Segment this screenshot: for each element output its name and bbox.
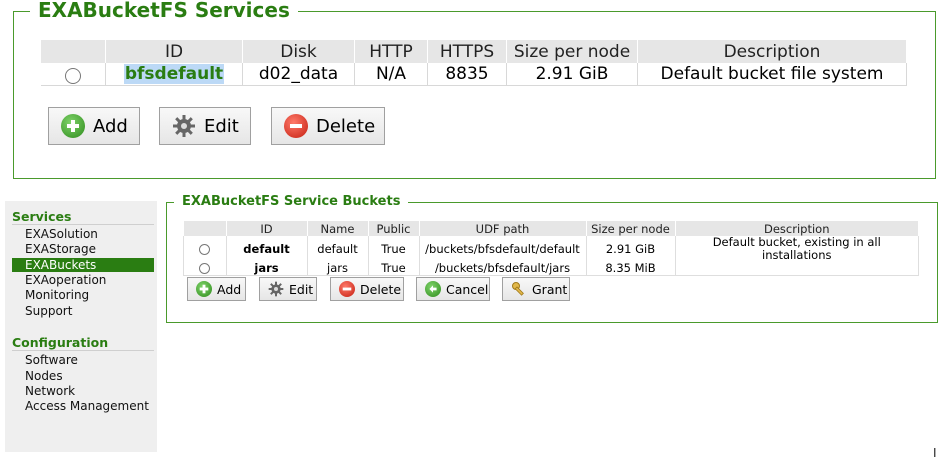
services-legend: EXABucketFS Services bbox=[30, 0, 298, 22]
column-header-https: HTTPS bbox=[427, 40, 507, 63]
sidebar-item-monitoring[interactable]: Monitoring bbox=[12, 288, 154, 302]
radio-column-header bbox=[183, 221, 227, 236]
minus-icon bbox=[284, 114, 308, 138]
table-row[interactable]: jars jars True /buckets/bfsdefault/jars … bbox=[183, 262, 919, 276]
edit-label: Edit bbox=[289, 281, 314, 297]
table-header-row: ID Name Public UDF path Size per node De… bbox=[183, 221, 919, 236]
minus-icon bbox=[339, 281, 355, 297]
sidebar-heading-services: Services bbox=[12, 209, 72, 224]
buckets-fieldset: EXABucketFS Service Buckets ID Name Publ… bbox=[166, 194, 938, 323]
plus-icon bbox=[61, 114, 85, 138]
services-table: ID Disk HTTP HTTPS Size per node Descrip… bbox=[41, 40, 907, 86]
row-select-cell[interactable] bbox=[183, 262, 227, 276]
size-cell: 2.91 GiB bbox=[586, 236, 676, 262]
gear-icon bbox=[268, 281, 284, 297]
column-header-name: Name bbox=[307, 221, 369, 236]
column-header-id: ID bbox=[105, 40, 243, 63]
column-header-size: Size per node bbox=[586, 221, 676, 236]
sidebar-item-nodes[interactable]: Nodes bbox=[12, 369, 154, 383]
sidebar-item-support[interactable]: Support bbox=[12, 304, 154, 318]
sidebar-item-exaoperation[interactable]: EXAoperation bbox=[12, 273, 154, 287]
id-cell: jars bbox=[226, 262, 308, 276]
column-header-public: Public bbox=[368, 221, 420, 236]
sidebar-item-exabuckets[interactable]: EXABuckets bbox=[12, 258, 154, 272]
column-header-size: Size per node bbox=[506, 40, 638, 63]
add-label: Add bbox=[217, 281, 242, 297]
public-cell: True bbox=[368, 236, 420, 262]
grant-button[interactable]: Grant bbox=[502, 277, 570, 301]
size-cell: 8.35 MiB bbox=[586, 262, 676, 276]
sidebar-item-exasolution[interactable]: EXASolution bbox=[12, 227, 154, 241]
delete-bucket-button[interactable]: Delete bbox=[330, 277, 404, 301]
row-radio[interactable] bbox=[199, 263, 211, 274]
sidebar-divider bbox=[12, 350, 154, 351]
udf-path-cell: /buckets/bfsdefault/jars bbox=[419, 262, 587, 276]
size-cell: 2.91 GiB bbox=[506, 63, 638, 86]
buckets-legend: EXABucketFS Service Buckets bbox=[174, 194, 409, 210]
column-header-http: HTTP bbox=[354, 40, 428, 63]
delete-service-button[interactable]: Delete bbox=[271, 107, 385, 145]
gear-icon bbox=[172, 114, 196, 138]
column-header-id: ID bbox=[226, 221, 308, 236]
udf-path-cell: /buckets/bfsdefault/default bbox=[419, 236, 587, 262]
add-label: Add bbox=[93, 115, 128, 137]
table-row[interactable]: default default True /buckets/bfsdefault… bbox=[183, 236, 919, 262]
buckets-table: ID Name Public UDF path Size per node De… bbox=[183, 221, 919, 276]
description-cell: Default bucket file system bbox=[637, 63, 907, 86]
cancel-label: Cancel bbox=[446, 281, 489, 297]
service-id: bfsdefault bbox=[123, 64, 225, 84]
name-cell: jars bbox=[307, 262, 369, 276]
add-service-button[interactable]: Add bbox=[48, 107, 140, 145]
row-radio[interactable] bbox=[199, 243, 211, 255]
id-cell: bfsdefault bbox=[105, 63, 243, 86]
text-cursor-icon: I bbox=[933, 446, 937, 460]
sidebar-item-network[interactable]: Network bbox=[12, 384, 154, 398]
plus-icon bbox=[196, 281, 212, 297]
edit-service-button[interactable]: Edit bbox=[159, 107, 251, 145]
description-cell bbox=[675, 262, 919, 276]
sidebar-item-exastorage[interactable]: EXAStorage bbox=[12, 242, 154, 256]
https-cell: 8835 bbox=[427, 63, 507, 86]
add-bucket-button[interactable]: Add bbox=[187, 277, 246, 301]
name-cell: default bbox=[307, 236, 369, 262]
sidebar: Services EXASolution EXAStorage EXABucke… bbox=[5, 201, 157, 452]
table-row[interactable]: bfsdefault d02_data N/A 8835 2.91 GiB De… bbox=[41, 63, 907, 86]
row-select-cell[interactable] bbox=[41, 63, 106, 86]
edit-bucket-button[interactable]: Edit bbox=[259, 277, 317, 301]
sidebar-item-access-management[interactable]: Access Management bbox=[12, 399, 154, 413]
edit-label: Edit bbox=[204, 115, 239, 137]
row-select-cell[interactable] bbox=[183, 236, 227, 262]
sidebar-divider bbox=[12, 224, 154, 225]
http-cell: N/A bbox=[354, 63, 428, 86]
public-cell: True bbox=[368, 262, 420, 276]
row-radio[interactable] bbox=[65, 67, 81, 84]
delete-label: Delete bbox=[316, 115, 376, 137]
column-header-disk: Disk bbox=[242, 40, 355, 63]
column-header-description: Description bbox=[637, 40, 907, 63]
column-header-description: Description bbox=[675, 221, 919, 236]
cancel-button[interactable]: Cancel bbox=[416, 277, 490, 301]
sidebar-item-software[interactable]: Software bbox=[12, 353, 154, 367]
delete-label: Delete bbox=[360, 281, 402, 297]
table-header-row: ID Disk HTTP HTTPS Size per node Descrip… bbox=[41, 40, 907, 63]
grant-label: Grant bbox=[532, 281, 568, 297]
disk-cell: d02_data bbox=[242, 63, 355, 86]
back-arrow-icon bbox=[425, 281, 441, 297]
id-cell: default bbox=[226, 236, 308, 262]
column-header-udf-path: UDF path bbox=[419, 221, 587, 236]
radio-column-header bbox=[41, 40, 106, 63]
services-fieldset: EXABucketFS Services ID Disk HTTP HTTPS … bbox=[13, 0, 936, 179]
sidebar-heading-configuration: Configuration bbox=[12, 335, 109, 350]
key-icon bbox=[511, 281, 527, 297]
description-cell: Default bucket, existing in all installa… bbox=[675, 236, 919, 262]
